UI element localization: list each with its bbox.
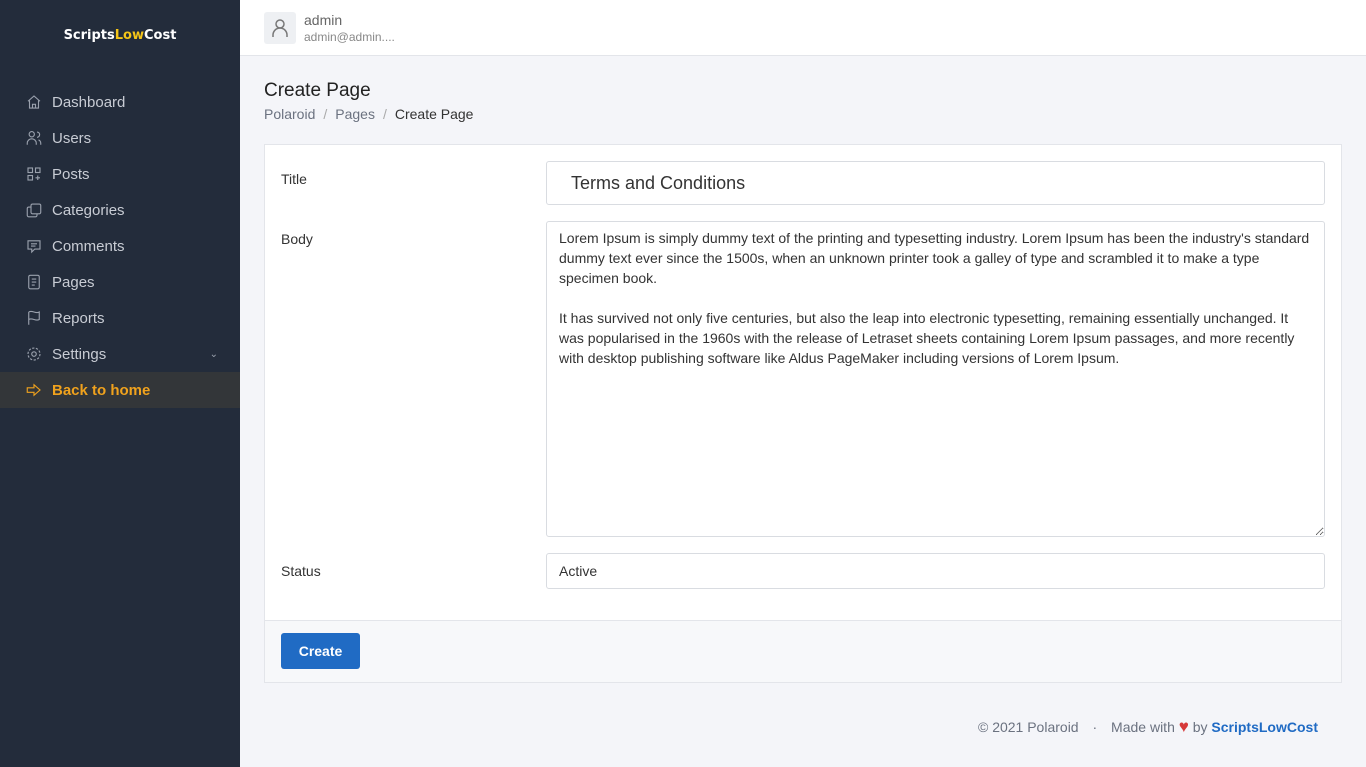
body-label: Body — [281, 231, 313, 247]
sidebar-item-pages[interactable]: Pages — [0, 264, 240, 300]
copy-icon — [26, 203, 42, 218]
nav-label: Posts — [52, 165, 90, 183]
body-textarea[interactable]: Lorem Ipsum is simply dummy text of the … — [546, 221, 1325, 537]
sidebar-item-back-to-home[interactable]: Back to home — [0, 372, 240, 408]
status-label: Status — [281, 563, 321, 579]
logo-text: Low — [114, 27, 144, 43]
create-button[interactable]: Create — [281, 633, 360, 669]
brand-logo[interactable]: Scripts Low Cost — [0, 0, 240, 70]
nav-label: Pages — [52, 273, 95, 291]
message-icon — [27, 240, 41, 254]
sidebar-item-categories[interactable]: Categories — [0, 192, 240, 228]
breadcrumb-current: Create Page — [394, 106, 474, 122]
page-footer: © 2021 Polaroid · Made with ♥ by Scripts… — [978, 717, 1318, 737]
logo-text: Cost — [144, 27, 177, 43]
title-input[interactable] — [546, 161, 1325, 205]
separator-dot: · — [1092, 719, 1098, 735]
logo-text: Scripts — [63, 27, 115, 43]
brand-link[interactable]: ScriptsLowCost — [1211, 719, 1318, 735]
arrow-right-icon — [26, 383, 41, 397]
nav-label: Dashboard — [52, 93, 126, 111]
title-label: Title — [281, 171, 307, 187]
made-with-text: Made with — [1111, 719, 1175, 735]
heart-icon: ♥ — [1178, 717, 1189, 736]
apps-icon — [27, 167, 41, 181]
copyright[interactable]: © 2021 Polaroid — [978, 719, 1079, 735]
user-email: admin@admin.... — [304, 30, 395, 44]
sidebar-item-users[interactable]: Users — [0, 120, 240, 156]
top-bar: admin admin@admin.... — [240, 0, 1366, 56]
home-icon — [27, 95, 41, 109]
gear-icon — [27, 347, 41, 361]
breadcrumb-link[interactable]: Polaroid — [264, 106, 315, 122]
nav-label: Users — [52, 129, 92, 147]
user-icon — [272, 19, 288, 37]
status-select[interactable]: Active — [546, 553, 1325, 589]
user-name[interactable]: admin — [304, 12, 342, 28]
sidebar-item-reports[interactable]: Reports — [0, 300, 240, 336]
sidebar-item-comments[interactable]: Comments — [0, 228, 240, 264]
page-title: Create Page — [264, 80, 371, 101]
nav-label: Comments — [52, 237, 125, 255]
nav-label: Settings — [52, 345, 107, 363]
nav-label: Reports — [52, 309, 105, 327]
create-page-form: Title Body Lorem Ipsum is simply dummy t… — [264, 144, 1342, 683]
sidebar-item-dashboard[interactable]: Dashboard — [0, 84, 240, 120]
by-text: by — [1192, 719, 1208, 735]
breadcrumb-link[interactable]: Pages — [335, 106, 375, 122]
flag-icon — [28, 310, 40, 325]
breadcrumb: Polaroid / Pages / Create Page — [264, 106, 474, 122]
chevron-down-icon: ⌄ — [209, 348, 218, 360]
nav-label: Back to home — [52, 381, 151, 399]
nav-label: Categories — [52, 201, 125, 219]
sidebar-item-settings[interactable]: Settings ⌄ — [0, 336, 240, 372]
file-icon — [28, 274, 40, 290]
sidebar-item-posts[interactable]: Posts — [0, 156, 240, 192]
avatar[interactable] — [264, 12, 296, 44]
sidebar: Scripts Low Cost Dashboard Users Posts Cat… — [0, 0, 240, 767]
form-footer: Create — [265, 620, 1341, 682]
users-icon — [26, 131, 42, 145]
